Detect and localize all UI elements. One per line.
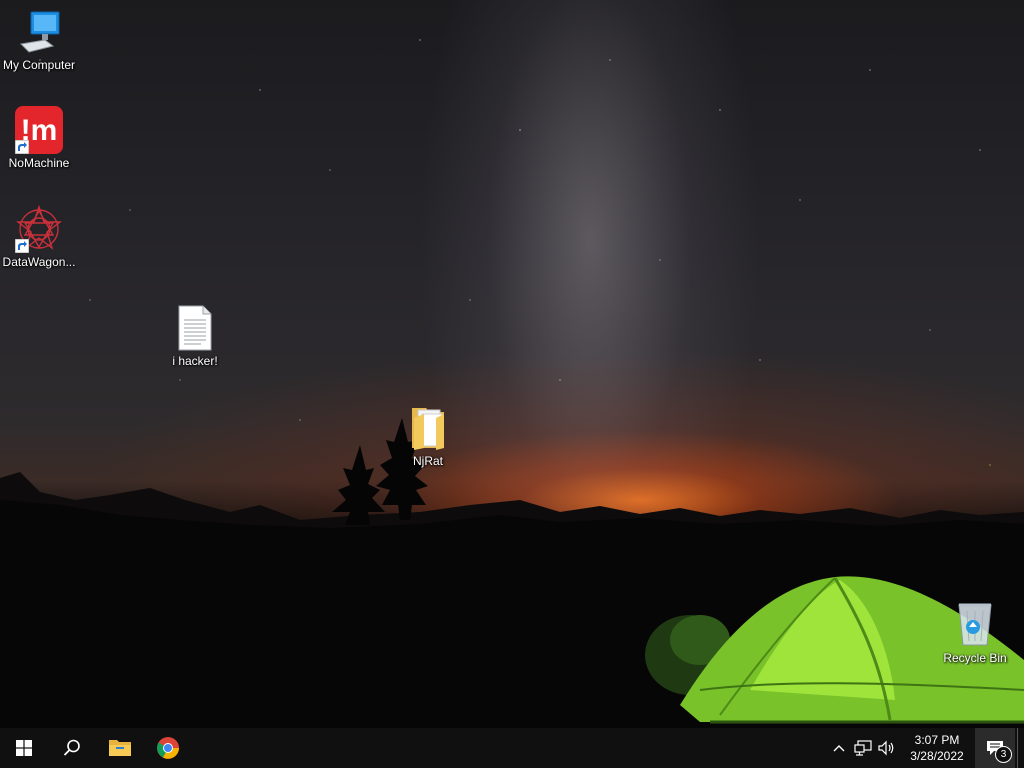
desktop-icon-label: NoMachine [8, 156, 70, 170]
desktop-icon-njrat[interactable]: NjRat [390, 404, 466, 468]
datawagon-icon [15, 204, 63, 253]
taskbar-file-explorer[interactable] [96, 728, 144, 768]
action-center-button[interactable]: 3 [975, 728, 1015, 768]
search-button[interactable] [48, 728, 96, 768]
file-explorer-icon [109, 740, 131, 756]
start-button[interactable] [0, 728, 48, 768]
desktop-icon-label: My Computer [2, 58, 76, 72]
text-document-icon [171, 304, 219, 352]
taskbar: 3:07 PM 3/28/2022 3 [0, 728, 1024, 768]
desktop-icon-i-hacker[interactable]: i hacker! [157, 304, 233, 368]
folder-icon [404, 404, 452, 452]
clock-time: 3:07 PM [914, 733, 960, 747]
windows-logo-icon [16, 740, 32, 756]
desktop-icon-label: Recycle Bin [943, 651, 1007, 665]
taskbar-clock[interactable]: 3:07 PM 3/28/2022 [903, 728, 971, 768]
nomachine-icon: !m [15, 106, 63, 154]
desktop-icon-nomachine[interactable]: !m NoMachine [1, 106, 77, 170]
desktop-icon-label: NjRat [412, 454, 443, 468]
taskbar-chrome[interactable] [144, 728, 192, 768]
system-tray: 3:07 PM 3/28/2022 3 [827, 728, 1024, 768]
desktop-icon-my-computer[interactable]: My Computer [1, 8, 77, 72]
desktop-icon-datawagon[interactable]: DataWagon... [1, 204, 77, 269]
wallpaper-scene [0, 418, 1024, 728]
volume-icon [878, 740, 894, 756]
shortcut-arrow-icon [15, 239, 29, 253]
computer-icon [15, 8, 63, 56]
desktop-icon-label: DataWagon... [2, 255, 76, 269]
desktop-icon-label: i hacker! [172, 354, 218, 368]
show-desktop-button[interactable] [1017, 728, 1024, 768]
clock-date: 3/28/2022 [910, 749, 964, 763]
network-icon [854, 740, 872, 756]
recycle-bin-icon [951, 601, 999, 649]
chrome-icon [157, 737, 179, 759]
shortcut-arrow-icon [15, 140, 29, 154]
desktop-wallpaper: My Computer !m NoMachine DataWagon... i … [0, 0, 1024, 728]
notification-count-badge: 3 [995, 746, 1012, 763]
show-hidden-icons-button[interactable] [827, 728, 851, 768]
network-button[interactable] [851, 728, 875, 768]
search-icon [63, 739, 80, 756]
volume-button[interactable] [875, 728, 899, 768]
chevron-up-icon [833, 745, 845, 752]
desktop-icon-recycle-bin[interactable]: Recycle Bin [937, 601, 1013, 665]
